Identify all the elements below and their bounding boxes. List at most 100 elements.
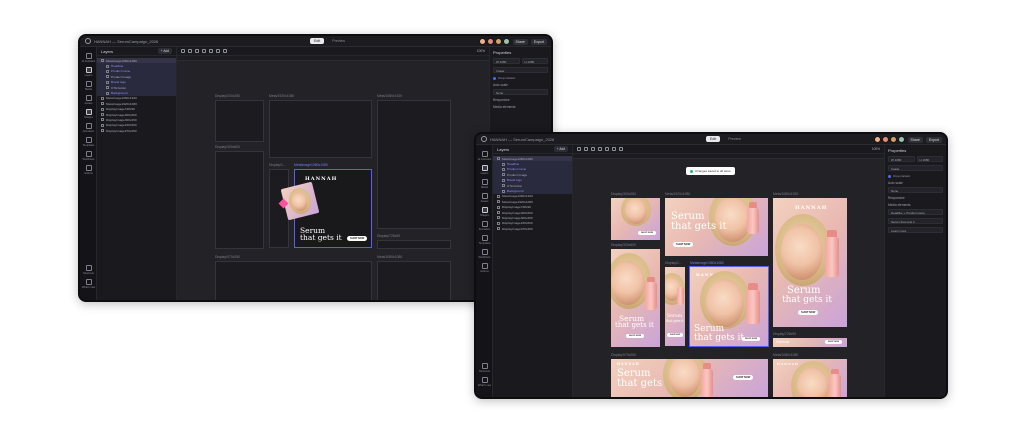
- tab-edit[interactable]: Edit: [706, 136, 721, 142]
- frame-tool-icon[interactable]: [188, 49, 192, 53]
- rail-animation[interactable]: Animation: [82, 123, 95, 133]
- rail-assets[interactable]: Assets: [478, 193, 491, 203]
- image-tool-icon[interactable]: [591, 147, 595, 151]
- frame-display-970x250[interactable]: [215, 261, 372, 300]
- frame-display-300x250[interactable]: [215, 100, 264, 142]
- cta-button[interactable]: SHOP NOW: [742, 337, 761, 341]
- cta-button[interactable]: SHOP NOW: [825, 340, 843, 344]
- circle-tool-icon[interactable]: [216, 49, 220, 53]
- avatar[interactable]: [897, 136, 905, 143]
- rectangle-tool-icon[interactable]: [598, 147, 602, 151]
- gear-icon[interactable]: [223, 49, 227, 53]
- ad-display-300x600[interactable]: Serum that gets it SHOP NOW: [611, 249, 660, 347]
- rail-shapes[interactable]: Shapes: [82, 109, 95, 119]
- rail-shapes[interactable]: Shapes: [478, 207, 491, 217]
- cta-button[interactable]: SHOP NOW: [626, 334, 645, 338]
- canvas[interactable]: Display/300x250 Meta/1920x1080 Meta/1080…: [177, 56, 489, 300]
- export-button[interactable]: Export: [530, 38, 547, 45]
- avatar[interactable]: [889, 136, 897, 143]
- rectangle-tool-icon[interactable]: [202, 49, 206, 53]
- ad-meta-1080x1080-selected[interactable]: HANNAH Serum that gets it SHOP NOW: [689, 266, 769, 347]
- image-tool-icon[interactable]: [195, 49, 199, 53]
- frame-tool-icon[interactable]: [584, 147, 588, 151]
- ad-meta-1080x1080[interactable]: HANNAH: [773, 359, 847, 397]
- rail-media[interactable]: Media: [82, 81, 95, 91]
- text-tool-icon[interactable]: [181, 49, 185, 53]
- auto-scale-select[interactable]: None: [493, 89, 548, 95]
- height-field[interactable]: H 1080: [521, 58, 548, 64]
- add-layer-button[interactable]: + Add: [553, 146, 568, 152]
- avatar[interactable]: [881, 136, 889, 143]
- width-field[interactable]: W 1080: [888, 156, 915, 162]
- cta-button[interactable]: SHOP NOW: [798, 310, 819, 315]
- ad-display-728x90[interactable]: Serum SHOP NOW: [773, 338, 847, 347]
- triangle-tool-icon[interactable]: [209, 49, 213, 53]
- rail-animation[interactable]: Animation: [478, 221, 491, 231]
- media-element-field[interactable]: Headline + Product name: [888, 209, 943, 215]
- layer-row[interactable]: DisplayImage970x250: [97, 128, 176, 133]
- cta-button[interactable]: SHOP NOW: [673, 242, 694, 247]
- zoom-level[interactable]: 100%: [872, 147, 880, 151]
- gear-icon[interactable]: [619, 147, 623, 151]
- layer-row[interactable]: DisplayImage970x250: [493, 226, 572, 231]
- rail-workflows[interactable]: Workflows: [82, 151, 95, 161]
- rail-shortcuts[interactable]: Shortcuts: [82, 265, 95, 275]
- height-field[interactable]: H 1080: [916, 156, 943, 162]
- share-button[interactable]: Share: [512, 38, 528, 45]
- rail-layers[interactable]: Layers: [82, 67, 95, 77]
- cta-button[interactable]: SHOP NOW: [638, 231, 657, 235]
- auto-scale-select[interactable]: None: [888, 187, 943, 193]
- frame-meta-1080x1920[interactable]: [377, 100, 451, 229]
- width-field[interactable]: W 1080: [493, 58, 520, 64]
- media-element-field[interactable]: Learn more: [888, 227, 943, 233]
- rail-actions[interactable]: Actions: [82, 165, 95, 175]
- fit-select[interactable]: Image: [493, 67, 548, 73]
- frame-display-300x600[interactable]: [215, 151, 264, 249]
- rail-ai-assistant[interactable]: AI Assistant: [82, 53, 95, 63]
- export-button[interactable]: Export: [925, 136, 942, 143]
- rail-actions[interactable]: Actions: [478, 263, 491, 273]
- ad-meta-1080x1920[interactable]: HANNAH Serum that gets it SHOP NOW: [773, 198, 847, 327]
- tab-preview[interactable]: Preview: [328, 38, 349, 44]
- rail-ai-assistant[interactable]: AI Assistant: [478, 151, 491, 161]
- avatar[interactable]: [494, 38, 502, 45]
- workflow-icon: [481, 249, 488, 255]
- avatar[interactable]: [486, 38, 494, 45]
- rail-whats-new[interactable]: What's new: [478, 377, 491, 387]
- rail-templates[interactable]: Templates: [82, 137, 95, 147]
- ad-display-300x250[interactable]: SHOP NOW: [611, 198, 660, 240]
- rail-whats-new[interactable]: What's new: [82, 279, 95, 289]
- rail-layers[interactable]: Layers: [478, 165, 491, 175]
- cta-button[interactable]: SHOP NOW: [347, 236, 368, 241]
- zoom-level[interactable]: 100%: [477, 49, 485, 53]
- rail-assets[interactable]: Assets: [82, 95, 95, 105]
- cta-button[interactable]: SHOP NOW: [667, 333, 683, 337]
- crop-toggle[interactable]: Crop content: [493, 76, 548, 80]
- ad-display-970x250[interactable]: HANNAH Serum that gets it SHOP NOW: [611, 359, 768, 397]
- share-button[interactable]: Share: [907, 136, 923, 143]
- text-tool-icon[interactable]: [577, 147, 581, 151]
- ad-display-160x600[interactable]: Serum that gets it SHOP NOW: [665, 267, 685, 346]
- rail-shortcuts[interactable]: Shortcuts: [478, 363, 491, 373]
- rail-workflows[interactable]: Workflows: [478, 249, 491, 259]
- tab-edit[interactable]: Edit: [310, 38, 325, 44]
- ad-meta-1920x1080[interactable]: Serum that gets it SHOP NOW: [665, 198, 768, 256]
- crop-toggle[interactable]: Crop content: [888, 174, 943, 178]
- add-layer-button[interactable]: + Add: [157, 48, 172, 54]
- tab-preview[interactable]: Preview: [724, 136, 745, 142]
- frame-display-728x90[interactable]: [377, 240, 451, 249]
- rail-media[interactable]: Media: [478, 179, 491, 189]
- frame-meta-1080x1080[interactable]: [377, 261, 451, 300]
- rail-templates[interactable]: Templates: [478, 235, 491, 245]
- avatar[interactable]: [502, 38, 510, 45]
- fit-select[interactable]: Image: [888, 165, 943, 171]
- cta-button[interactable]: SHOP NOW: [733, 375, 754, 380]
- avatar[interactable]: [478, 38, 486, 45]
- canvas[interactable]: Changes saved to all sizes Display/300x2…: [573, 154, 884, 397]
- circle-tool-icon[interactable]: [612, 147, 616, 151]
- frame-meta-1080x1080-selected[interactable]: HANNAH Serum that gets it SHOP NOW: [278, 169, 372, 248]
- frame-meta-1920x1080[interactable]: [269, 100, 372, 158]
- avatar[interactable]: [873, 136, 881, 143]
- media-element-field[interactable]: Serum that gets it: [888, 218, 943, 224]
- triangle-tool-icon[interactable]: [605, 147, 609, 151]
